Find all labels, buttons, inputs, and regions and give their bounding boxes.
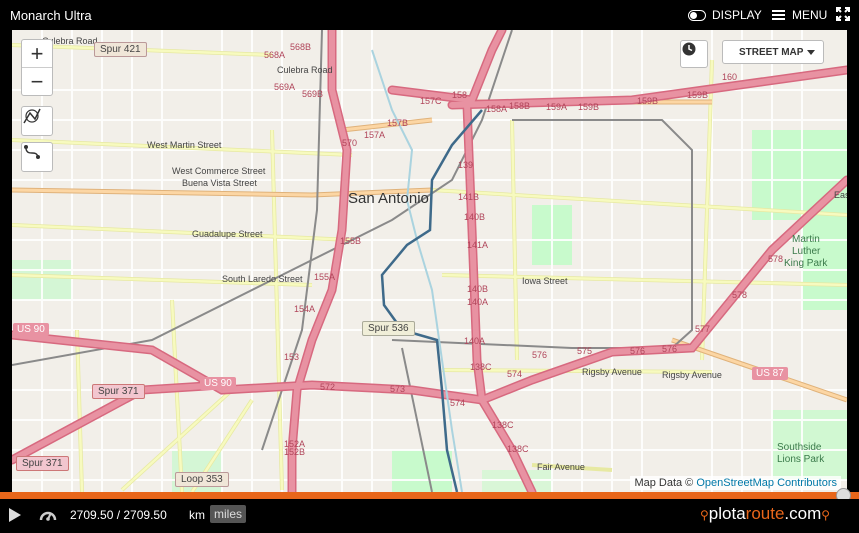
display-button[interactable]: DISPLAY — [688, 8, 762, 22]
zoom-out-button[interactable]: − — [22, 67, 52, 95]
map-attribution: Map Data © OpenStreetMap Contributors — [630, 476, 841, 490]
plotaroute-logo[interactable]: ⚲plotaroute.com⚲ — [700, 504, 830, 524]
menu-button[interactable]: MENU — [772, 8, 827, 22]
logo-part1: plota — [708, 504, 746, 523]
history-button[interactable] — [680, 40, 708, 68]
top-bar: Monarch Ultra DISPLAY MENU — [0, 0, 859, 30]
fullscreen-icon[interactable] — [836, 7, 850, 21]
route-draw-icon — [23, 108, 41, 124]
logo-part2: route — [745, 504, 785, 523]
distance-readout: 2709.50 / 2709.50 — [70, 508, 167, 522]
zoom-in-button[interactable]: + — [22, 40, 52, 67]
chevron-down-icon — [807, 50, 815, 55]
zoom-control: + − — [21, 39, 53, 96]
unit-miles-option[interactable]: miles — [210, 505, 247, 523]
shield-us-90: US 90 — [200, 377, 236, 390]
map-type-value: STREET MAP — [739, 46, 804, 58]
bottom-bar: 2709.50 / 2709.50 km miles ⚲plotaroute.c… — [0, 499, 859, 533]
attribution-text: Map Data © — [634, 477, 694, 489]
map-canvas — [12, 30, 847, 492]
map-view[interactable]: Culebra Road Culebra Road West Martin St… — [12, 30, 847, 492]
path-icon — [24, 145, 40, 159]
draw-route-button[interactable] — [21, 106, 53, 136]
logo-part3: .com — [784, 504, 822, 523]
display-label: DISPLAY — [712, 8, 762, 22]
play-icon[interactable] — [9, 508, 21, 522]
elevation-button[interactable] — [21, 142, 53, 172]
shield-spur-421: Spur 421 — [94, 42, 147, 57]
menu-label: MENU — [792, 8, 828, 22]
app-title: Monarch Ultra — [10, 8, 92, 23]
unit-km-option[interactable]: km — [189, 508, 205, 522]
shield-us-90-west: US 90 — [13, 323, 49, 336]
shield-spur-536: Spur 536 — [362, 321, 415, 336]
toggle-icon — [688, 9, 706, 21]
clock-icon — [682, 42, 696, 56]
shield-spur-371: Spur 371 — [92, 384, 145, 399]
progress-bar[interactable] — [0, 492, 859, 499]
hamburger-icon — [772, 10, 785, 20]
shield-loop-353: Loop 353 — [175, 472, 229, 487]
osm-link[interactable]: OpenStreetMap Contributors — [696, 477, 837, 489]
map-type-select[interactable]: STREET MAP — [722, 40, 824, 64]
shield-spur-371-2: Spur 371 — [16, 456, 69, 471]
speedometer-icon[interactable] — [39, 507, 57, 523]
shield-us-87: US 87 — [752, 367, 788, 380]
